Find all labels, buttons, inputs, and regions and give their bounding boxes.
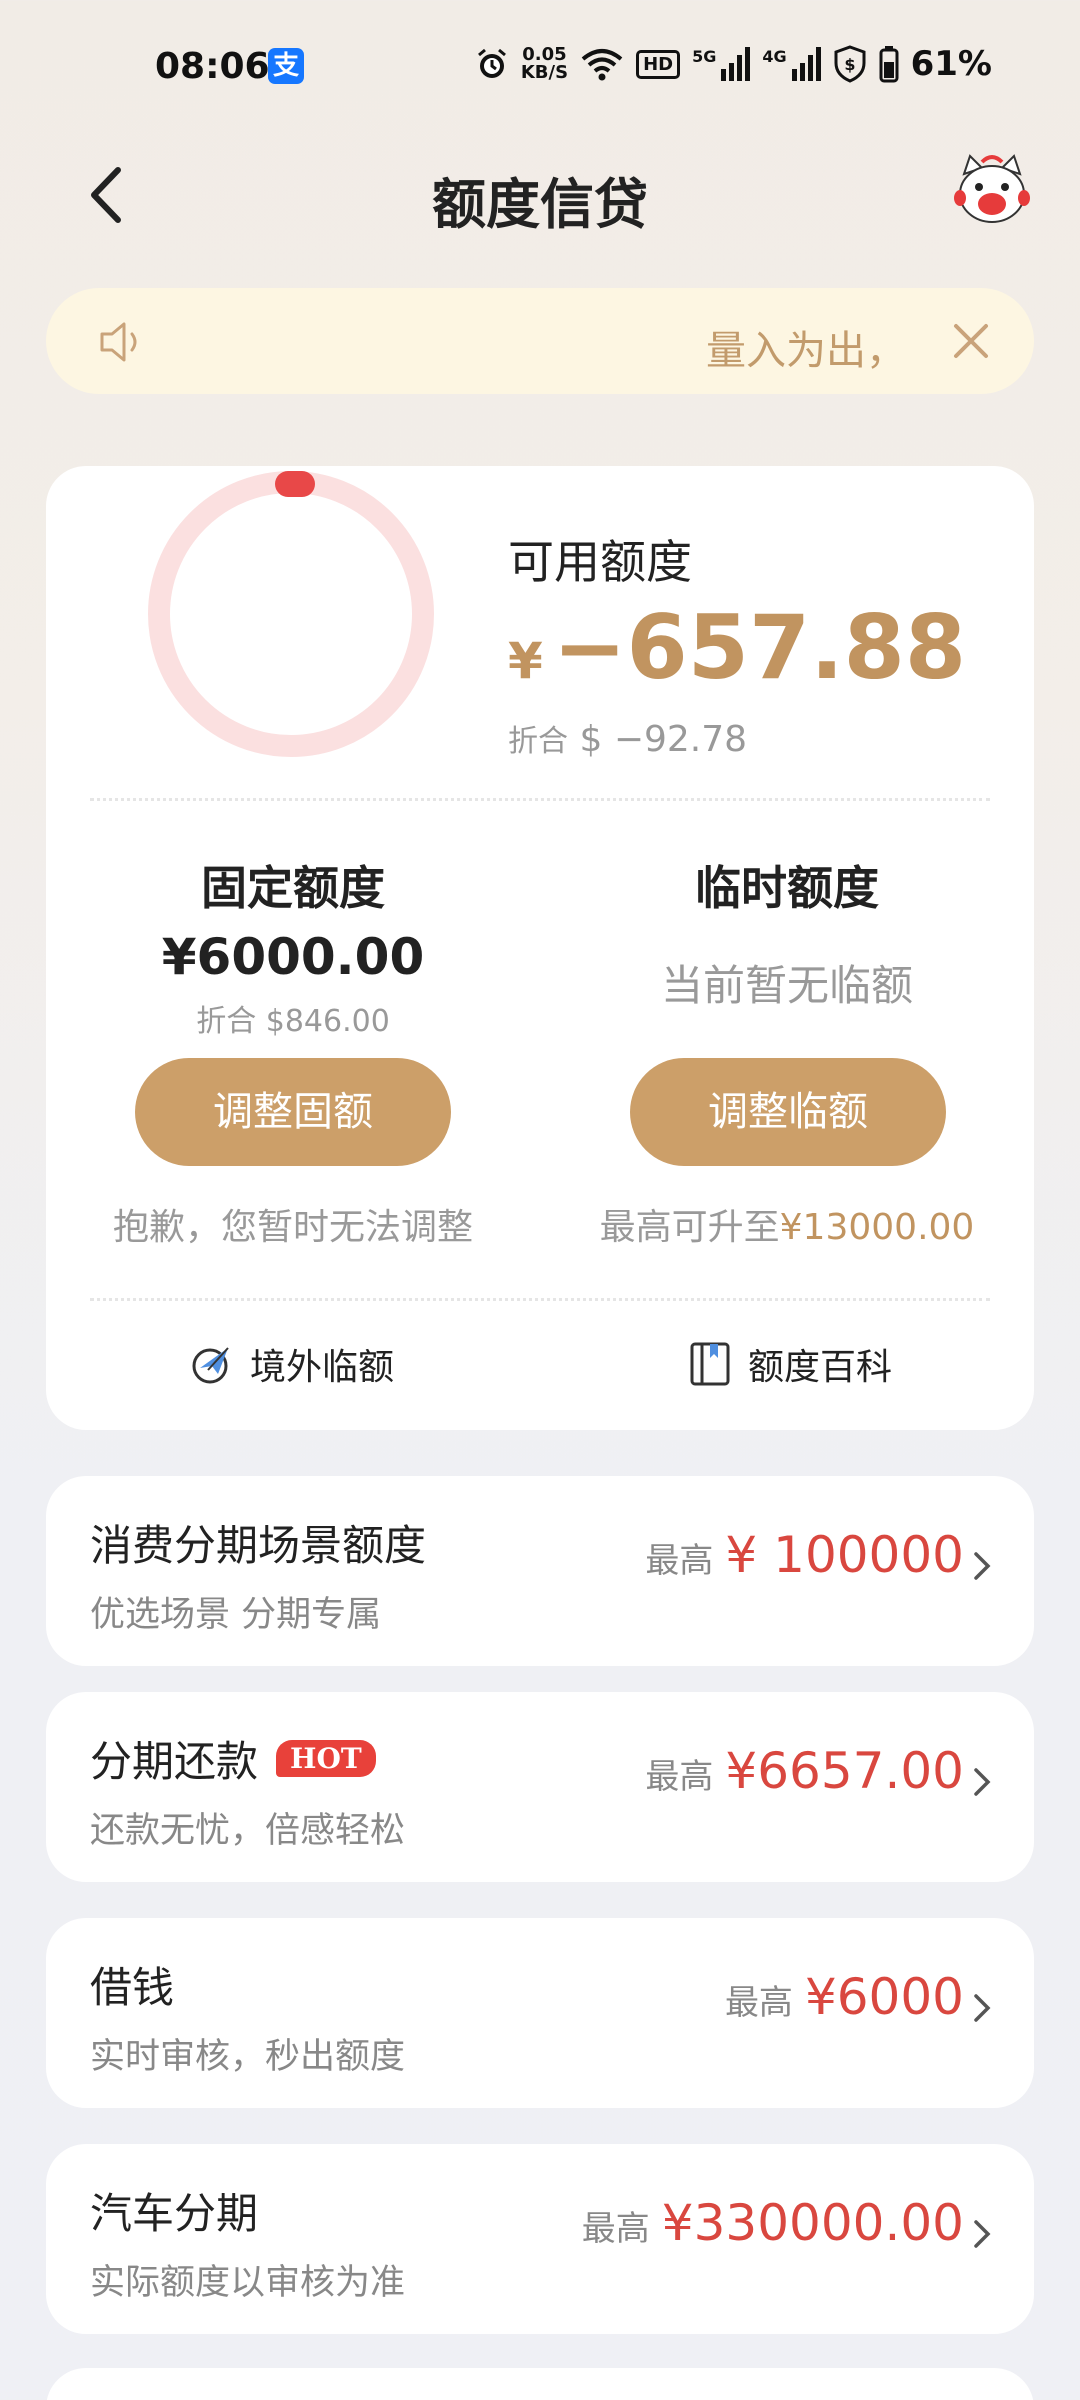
row-max-value: 最高 ¥ 100000 [645, 1526, 964, 1584]
row-subtitle: 实际额度以审核为准 [90, 2263, 406, 2303]
converted-amount: −92.78 [613, 719, 748, 760]
temp-quota-status: 当前暂无临额 [660, 961, 913, 1010]
max-value: ¥6657.00 [725, 1742, 964, 1800]
wifi-icon [580, 45, 624, 83]
chevron-right-icon [974, 2220, 991, 2248]
adjust-temp-quota-button[interactable]: 调整临额 [630, 1058, 946, 1166]
row-title-text: 借钱 [90, 1963, 175, 2012]
notice-bar[interactable]: 量入为出， [46, 288, 1034, 394]
temp-note-amount: ¥13000.00 [779, 1207, 975, 1248]
temp-quota-note: 最高可升至¥13000.00 [540, 1198, 1034, 1250]
page-title: 额度信贷 [432, 173, 648, 236]
converted-currency: $ [579, 719, 603, 760]
status-bar: 08:06 支 0.05 KB/S HD 5G 4G $ 61% [0, 0, 1080, 140]
row-title-text: 消费分期场景额度 [90, 1521, 427, 1570]
available-value: −657.88 [552, 596, 967, 699]
encyclopedia-link-label: 额度百科 [748, 1347, 893, 1388]
temp-quota-column: 临时额度 当前暂无临额 [540, 852, 1034, 1013]
sim1-label: 5G [692, 47, 717, 66]
chevron-right-icon [974, 1768, 991, 1796]
row-title: 分期还款 HOT [90, 1728, 376, 1789]
close-notice-button[interactable] [948, 318, 994, 364]
row-subtitle: 还款无忧，倍感轻松 [90, 1811, 406, 1851]
quota-encyclopedia-link[interactable]: 额度百科 [686, 1338, 892, 1390]
battery-percent: 61% [910, 44, 992, 84]
shield-dollar-icon: $ [833, 45, 867, 83]
ring-usage-indicator [275, 471, 315, 497]
available-label: 可用额度 [508, 535, 692, 589]
row-title: 汽车分期 [90, 2180, 258, 2241]
max-label: 最高 [645, 1757, 714, 1797]
fixed-quota-title: 固定额度 [201, 861, 385, 915]
divider [90, 798, 990, 801]
max-label: 最高 [724, 1983, 793, 2023]
divider [90, 1298, 990, 1301]
status-icons: 0.05 KB/S HD 5G 4G $ 61% [475, 44, 992, 84]
usage-ring [141, 424, 441, 764]
row-max-value: 最高 ¥6000 [725, 1968, 964, 2026]
signal-4g-icon: 4G [762, 47, 821, 81]
signal-5g-icon: 5G [692, 47, 751, 81]
fixed-quota-note: 抱歉，您暂时无法调整 [112, 1207, 473, 1248]
available-converted: 折合 $ −92.78 [508, 716, 747, 760]
close-icon [954, 324, 988, 358]
hd-icon: HD [636, 49, 681, 79]
battery-icon [879, 45, 899, 83]
list-item-partial[interactable] [46, 2368, 1034, 2400]
fixed-quota-amount: ¥6000.00 [161, 928, 425, 986]
max-label: 最高 [581, 2209, 650, 2249]
row-subtitle: 实时审核，秒出额度 [90, 2037, 406, 2077]
row-max-value: 最高 ¥6657.00 [645, 1742, 964, 1800]
overseas-temp-quota-link[interactable]: 境外临额 [188, 1338, 394, 1390]
svg-text:$: $ [844, 55, 855, 74]
hot-badge: HOT [276, 1740, 376, 1777]
adjust-fixed-quota-button[interactable]: 调整固额 [135, 1058, 451, 1166]
list-item-car-installment[interactable]: 汽车分期 实际额度以审核为准 最高 ¥330000.00 [46, 2144, 1034, 2334]
list-item-installment-repayment[interactable]: 分期还款 HOT 还款无忧，倍感轻松 最高 ¥6657.00 [46, 1692, 1034, 1882]
fixed-quota-column: 固定额度 ¥6000.00 折合 $846.00 [46, 852, 540, 1040]
alipay-app-icon: 支 [268, 48, 304, 84]
mascot-assistant-icon[interactable] [952, 152, 1032, 232]
list-item-borrow-money[interactable]: 借钱 实时审核，秒出额度 最高 ¥6000 [46, 1918, 1034, 2108]
max-value: ¥6000 [804, 1968, 964, 2026]
chevron-right-icon [974, 1552, 991, 1580]
quota-card: 可用额度 ¥ −657.88 折合 $ −92.78 固定额度 ¥6000.00 … [46, 466, 1034, 1430]
chevron-right-icon [974, 1994, 991, 2022]
list-item-consumer-installment[interactable]: 消费分期场景额度 优选场景 分期专属 最高 ¥ 100000 [46, 1476, 1034, 1666]
temp-quota-title: 临时额度 [695, 861, 879, 915]
available-currency: ¥ [508, 632, 543, 690]
max-value: ¥ 100000 [725, 1526, 964, 1584]
book-icon [690, 1342, 730, 1386]
available-amount: ¥ −657.88 [508, 596, 966, 699]
fixed-quota-converted: 折合 $846.00 [196, 1004, 390, 1039]
row-title-text: 汽车分期 [90, 2189, 259, 2238]
converted-prefix: 折合 [508, 724, 568, 759]
row-subtitle: 优选场景 分期专属 [90, 1595, 382, 1635]
notice-text: 量入为出， [706, 328, 906, 374]
nav-header: 额度信贷 [0, 140, 1080, 250]
row-title: 消费分期场景额度 [90, 1512, 426, 1573]
plane-globe-icon [192, 1347, 229, 1384]
status-time: 08:06 [155, 46, 270, 87]
overseas-link-label: 境外临额 [250, 1347, 395, 1388]
row-max-value: 最高 ¥330000.00 [582, 2194, 964, 2252]
row-title: 借钱 [90, 1954, 174, 2015]
sim2-label: 4G [762, 47, 787, 66]
speaker-icon [96, 316, 148, 368]
temp-note-prefix: 最高可升至 [599, 1207, 780, 1248]
row-title-text: 分期还款 [90, 1737, 259, 1786]
max-value: ¥330000.00 [661, 2194, 964, 2252]
net-speed: 0.05 KB/S [521, 46, 568, 82]
net-speed-unit: KB/S [520, 62, 569, 83]
max-label: 最高 [645, 1541, 714, 1581]
alarm-icon [475, 45, 509, 83]
